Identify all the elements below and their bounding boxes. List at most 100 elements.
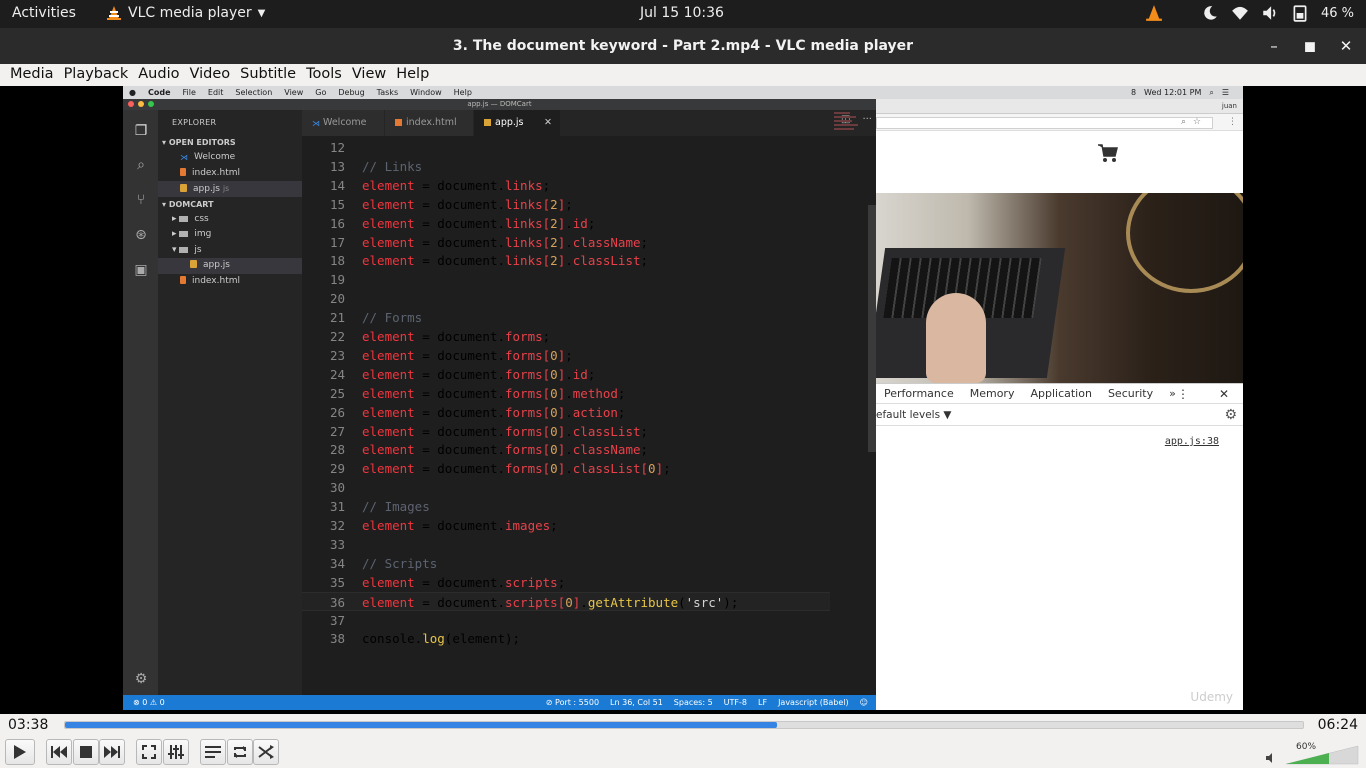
- line-number: 33: [329, 536, 345, 552]
- code-line: 37: [302, 611, 830, 630]
- speaker-icon: [1266, 753, 1272, 763]
- seek-slider[interactable]: [64, 721, 1304, 729]
- app-menu[interactable]: VLC media player ▼: [106, 5, 265, 21]
- menu-playback[interactable]: Playback: [59, 64, 134, 82]
- shuffle-button[interactable]: [253, 739, 279, 765]
- code-line: 25 element = document.forms[0].method;: [302, 384, 830, 403]
- menu-video[interactable]: Video: [184, 64, 235, 82]
- code-line: 24 element = document.forms[0].id;: [302, 365, 830, 384]
- code-line: 19: [302, 270, 830, 289]
- code-line: 38 console.log(element);: [302, 629, 830, 648]
- tab-welcome: ⋊ Welcome: [302, 110, 384, 136]
- cart-icon: [1098, 144, 1118, 162]
- mac-menu-edit: Edit: [207, 88, 224, 97]
- equalizer-icon: [168, 745, 184, 759]
- mac-list-icon: ☰: [1221, 88, 1229, 97]
- elapsed-time[interactable]: 03:38: [8, 717, 48, 733]
- extended-settings-button[interactable]: [163, 739, 189, 765]
- html-file-icon: [180, 275, 186, 284]
- mac-time: Wed 12:01 PM: [1144, 88, 1202, 97]
- code-line: 36 element = document.scripts[0].getAttri…: [302, 591, 830, 611]
- code-line: 34 // Scripts: [302, 554, 830, 573]
- address-bar: ⌕ ☆ ⋮: [876, 114, 1243, 131]
- line-number: 28: [329, 442, 345, 458]
- clock[interactable]: Jul 15 10:36: [640, 5, 724, 21]
- js-file-icon: [484, 119, 491, 126]
- system-tray[interactable]: 46 %: [1145, 4, 1354, 22]
- fullscreen-button[interactable]: [136, 739, 162, 765]
- menu-media[interactable]: Media: [5, 64, 59, 82]
- code-text: element = document.forms[0].className;: [362, 442, 649, 458]
- kebab-icon: ⋮: [1176, 386, 1189, 401]
- mac-menu-window: Window: [410, 88, 442, 97]
- video-area[interactable]: ● Code File Edit Selection View Go Debug…: [0, 86, 1366, 714]
- vscode-statusbar: ⊗ 0 ⚠ 0 ⊘ Port : 5500 Ln 36, Col 51 Spac…: [123, 695, 876, 710]
- chevron-down-icon: ▼: [257, 7, 266, 19]
- menu-view[interactable]: View: [347, 64, 391, 82]
- code-text: // Scripts: [362, 555, 438, 571]
- vlc-tray-icon[interactable]: [1145, 4, 1163, 22]
- open-editors-heading: ▾ OPEN EDITORS: [162, 138, 236, 147]
- menu-help[interactable]: Help: [391, 64, 434, 82]
- line-ending: LF: [758, 698, 768, 707]
- mac-menu-go: Go: [315, 88, 327, 97]
- battery-percent: 46 %: [1320, 5, 1354, 21]
- wifi-icon: [1232, 6, 1248, 20]
- loop-button[interactable]: [227, 739, 253, 765]
- tree-folder: ▸ css: [172, 213, 209, 224]
- tree-file: index.html: [158, 274, 302, 290]
- code-text: // Images: [362, 499, 430, 515]
- code-line: 21 // Forms: [302, 308, 830, 327]
- vscode-titlebar: app.js — DOMCart: [123, 99, 876, 110]
- menu-tools[interactable]: Tools: [301, 64, 347, 82]
- vscode-window: app.js — DOMCart ❐ ⌕ ⑂ ⊛ ▣ ⚙ EXPLORER ▾ …: [123, 99, 876, 710]
- line-number: 26: [329, 404, 345, 420]
- battery-icon: [1293, 5, 1307, 22]
- browser-window: juan ⌕ ☆ ⋮ Performance Memory Applicatio…: [876, 99, 1243, 710]
- stop-button[interactable]: [73, 739, 99, 765]
- close-icon[interactable]: ✕: [1336, 28, 1356, 64]
- folder-icon: [179, 215, 189, 222]
- minimize-icon[interactable]: –: [1264, 28, 1284, 64]
- maximize-icon[interactable]: ◼: [1300, 28, 1320, 64]
- tree-folder: ▾ js: [172, 244, 202, 255]
- previous-button[interactable]: [46, 739, 72, 765]
- indent-setting: Spaces: 5: [673, 698, 713, 707]
- search-icon: ⌕: [137, 157, 145, 173]
- play-icon: [14, 745, 26, 759]
- stop-icon: [80, 746, 92, 758]
- volume-percent: 60%: [1296, 742, 1317, 752]
- mac-menu-code: Code: [147, 88, 171, 97]
- html-file-icon: [395, 119, 402, 126]
- code-text: element = document.forms[0].id;: [362, 366, 596, 382]
- menu-audio[interactable]: Audio: [133, 64, 184, 82]
- folder-icon: [179, 231, 189, 237]
- code-line: 29 element = document.forms[0].classList[…: [302, 459, 830, 478]
- debug-icon: ⊛: [135, 227, 147, 243]
- code-text: // Forms: [362, 310, 423, 326]
- menu-subtitle[interactable]: Subtitle: [235, 64, 301, 82]
- activities-button[interactable]: Activities: [12, 5, 76, 21]
- activity-bar: ❐ ⌕ ⑂ ⊛ ▣ ⚙: [123, 110, 158, 695]
- next-button[interactable]: [99, 739, 125, 765]
- code-text: element = document.links[2].id;: [362, 215, 596, 231]
- line-number: 24: [329, 366, 345, 382]
- skip-back-icon: [51, 746, 67, 758]
- line-number: 21: [329, 310, 345, 326]
- play-button[interactable]: [5, 739, 35, 765]
- git-icon: ⑂: [136, 192, 146, 208]
- files-icon: ❐: [134, 123, 148, 139]
- volume-icon: [1263, 6, 1276, 20]
- profile-name: juan: [1221, 102, 1237, 110]
- playlist-button[interactable]: [200, 739, 226, 765]
- line-number: 22: [329, 329, 345, 344]
- live-server-port: ⊘ Port : 5500: [545, 698, 600, 707]
- code-line: 27 element = document.forms[0].classList;: [302, 422, 830, 441]
- star-icon: ☆: [1192, 117, 1201, 127]
- editor-area: ⋊Welcome index.html app.js✕ ◫··· 12 13 // …: [302, 110, 876, 695]
- html-file-icon: [180, 167, 186, 176]
- code-line: 26 element = document.forms[0].action;: [302, 403, 830, 422]
- code-line: 22 element = document.forms;: [302, 327, 830, 346]
- total-time[interactable]: 06:24: [1318, 717, 1358, 733]
- line-number: 38: [329, 631, 345, 647]
